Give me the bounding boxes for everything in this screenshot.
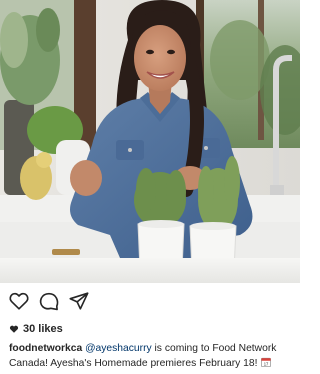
paper-plane-icon[interactable] (68, 290, 90, 312)
caption-text-line2: Canada! Ayesha's Homemade premieres Febr… (9, 358, 261, 369)
svg-text:17: 17 (264, 362, 269, 367)
post-photo[interactable] (0, 0, 300, 283)
heart-outline-icon[interactable] (8, 290, 30, 312)
calendar-emoji-icon: 17 (261, 357, 272, 367)
likes-text: 30 likes (23, 323, 63, 335)
post-action-bar (0, 283, 300, 319)
speech-bubble-icon[interactable] (38, 290, 60, 312)
caption-username[interactable]: foodnetworkca (9, 343, 82, 354)
likes-count[interactable]: 30 likes (9, 322, 63, 336)
post-caption: foodnetworkca @ayeshacurry is coming to … (9, 341, 294, 371)
heart-filled-icon (9, 324, 19, 334)
caption-mention[interactable]: @ayeshacurry (85, 343, 152, 354)
caption-text-line1: is coming to Food Network (151, 343, 277, 354)
